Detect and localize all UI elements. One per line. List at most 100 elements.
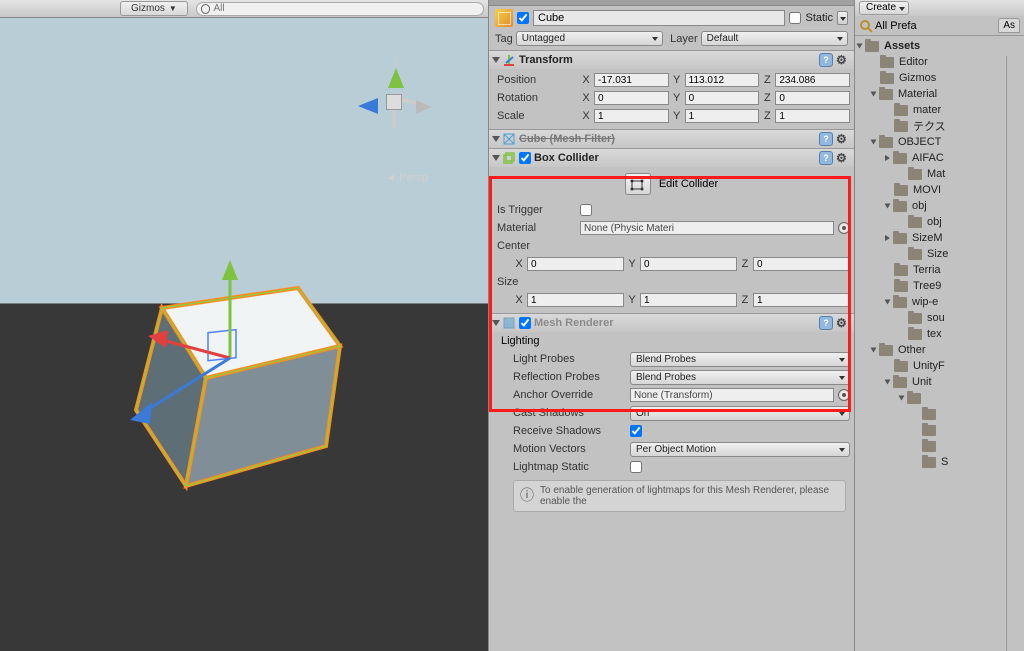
- foldout-icon[interactable]: [857, 44, 863, 49]
- transform-header[interactable]: Transform ?: [489, 51, 854, 69]
- scl-z-input[interactable]: [775, 109, 850, 123]
- pos-z-input[interactable]: [775, 73, 850, 87]
- tree-item[interactable]: [857, 438, 1024, 454]
- center-y-input[interactable]: [640, 257, 737, 271]
- tree-item[interactable]: Editor: [857, 54, 1024, 70]
- foldout-icon[interactable]: [871, 92, 877, 97]
- gameobject-name-input[interactable]: [533, 10, 785, 26]
- scene-search-input[interactable]: [213, 3, 483, 14]
- tree-item[interactable]: MOVI: [857, 182, 1024, 198]
- size-x-input[interactable]: [527, 293, 624, 307]
- pos-x-input[interactable]: [594, 73, 669, 87]
- tree-item[interactable]: Unit: [857, 374, 1024, 390]
- folder-icon: [908, 313, 922, 324]
- reflection-probes-dropdown[interactable]: Blend Probes: [630, 370, 850, 385]
- layer-dropdown[interactable]: Default: [701, 31, 848, 46]
- size-z-input[interactable]: [753, 293, 850, 307]
- tree-item-label: Unit: [912, 376, 932, 388]
- tree-item[interactable]: sou: [857, 310, 1024, 326]
- gear-icon[interactable]: [836, 151, 850, 165]
- static-dropdown[interactable]: [837, 11, 848, 25]
- tree-item[interactable]: obj: [857, 198, 1024, 214]
- search-icon: [201, 4, 211, 14]
- orientation-gizmo[interactable]: y: [348, 58, 438, 148]
- create-button[interactable]: Create: [859, 1, 909, 15]
- rot-y-input[interactable]: [685, 91, 760, 105]
- tree-item[interactable]: tex: [857, 326, 1024, 342]
- tree-item[interactable]: Tree9: [857, 278, 1024, 294]
- active-checkbox[interactable]: [517, 12, 529, 24]
- tree-item[interactable]: [857, 406, 1024, 422]
- object-picker-icon[interactable]: [838, 389, 850, 401]
- mesh-filter-header[interactable]: Cube (Mesh Filter) ?: [489, 130, 854, 148]
- pos-y-input[interactable]: [685, 73, 760, 87]
- tree-item[interactable]: テクス: [857, 118, 1024, 134]
- help-icon[interactable]: ?: [819, 316, 833, 330]
- foldout-icon[interactable]: [885, 380, 891, 385]
- tree-item-label: wip-e: [912, 296, 938, 308]
- anchor-override-field[interactable]: [630, 388, 834, 402]
- foldout-icon[interactable]: [885, 300, 891, 305]
- tree-item[interactable]: Size: [857, 246, 1024, 262]
- box-collider-header[interactable]: Box Collider ?: [489, 149, 854, 167]
- gear-icon[interactable]: [836, 53, 850, 67]
- size-y-input[interactable]: [640, 293, 737, 307]
- motion-vectors-dropdown[interactable]: Per Object Motion: [630, 442, 850, 457]
- is-trigger-checkbox[interactable]: [580, 204, 592, 216]
- assembly-tab[interactable]: As: [998, 18, 1020, 33]
- gear-icon[interactable]: [836, 316, 850, 330]
- tree-item[interactable]: obj: [857, 214, 1024, 230]
- project-tree[interactable]: AssetsEditorGizmosMaterialmaterテクスOBJECT…: [855, 36, 1024, 651]
- tag-dropdown[interactable]: Untagged: [516, 31, 663, 46]
- rot-z-input[interactable]: [775, 91, 850, 105]
- tree-item[interactable]: [857, 422, 1024, 438]
- scene-viewport[interactable]: y Persp: [0, 18, 488, 651]
- foldout-icon[interactable]: [885, 204, 891, 209]
- rot-x-input[interactable]: [594, 91, 669, 105]
- tree-item[interactable]: mater: [857, 102, 1024, 118]
- tree-item[interactable]: SizeM: [857, 230, 1024, 246]
- project-search-text[interactable]: All Prefa: [875, 20, 917, 32]
- help-icon[interactable]: ?: [819, 151, 833, 165]
- tree-item[interactable]: Other: [857, 342, 1024, 358]
- tree-item[interactable]: S: [857, 454, 1024, 470]
- center-z-input[interactable]: [753, 257, 850, 271]
- tree-item[interactable]: Mat: [857, 166, 1024, 182]
- gizmos-dropdown[interactable]: Gizmos ▼: [120, 1, 188, 16]
- scene-cube[interactable]: [100, 248, 360, 508]
- object-picker-icon[interactable]: [838, 222, 850, 234]
- tree-item[interactable]: Assets: [857, 38, 1024, 54]
- scene-search[interactable]: [196, 2, 484, 16]
- gear-icon[interactable]: [836, 132, 850, 146]
- receive-shadows-checkbox[interactable]: [630, 425, 642, 437]
- static-checkbox[interactable]: [789, 12, 801, 24]
- tree-item[interactable]: wip-e: [857, 294, 1024, 310]
- gameobject-icon[interactable]: [495, 9, 513, 27]
- scl-x-input[interactable]: [594, 109, 669, 123]
- help-icon[interactable]: ?: [819, 53, 833, 67]
- tree-item[interactable]: Gizmos: [857, 70, 1024, 86]
- collider-enabled-checkbox[interactable]: [519, 152, 531, 164]
- foldout-icon[interactable]: [885, 235, 890, 241]
- material-field[interactable]: [580, 221, 834, 235]
- tree-item[interactable]: UnityF: [857, 358, 1024, 374]
- cast-shadows-dropdown[interactable]: On: [630, 406, 850, 421]
- foldout-icon[interactable]: [871, 348, 877, 353]
- tree-item[interactable]: [857, 390, 1024, 406]
- edit-collider-button[interactable]: [625, 173, 651, 195]
- renderer-enabled-checkbox[interactable]: [519, 317, 531, 329]
- scl-y-input[interactable]: [685, 109, 760, 123]
- center-x-input[interactable]: [527, 257, 624, 271]
- mesh-renderer-header[interactable]: Mesh Renderer ?: [489, 314, 854, 332]
- tree-item[interactable]: OBJECT: [857, 134, 1024, 150]
- lightmap-static-checkbox[interactable]: [630, 461, 642, 473]
- tree-item[interactable]: AIFAC: [857, 150, 1024, 166]
- light-probes-dropdown[interactable]: Blend Probes: [630, 352, 850, 367]
- help-icon[interactable]: ?: [819, 132, 833, 146]
- foldout-icon[interactable]: [899, 396, 905, 401]
- foldout-icon: [492, 320, 500, 326]
- foldout-icon[interactable]: [871, 140, 877, 145]
- tree-item[interactable]: Terria: [857, 262, 1024, 278]
- foldout-icon[interactable]: [885, 155, 890, 161]
- tree-item[interactable]: Material: [857, 86, 1024, 102]
